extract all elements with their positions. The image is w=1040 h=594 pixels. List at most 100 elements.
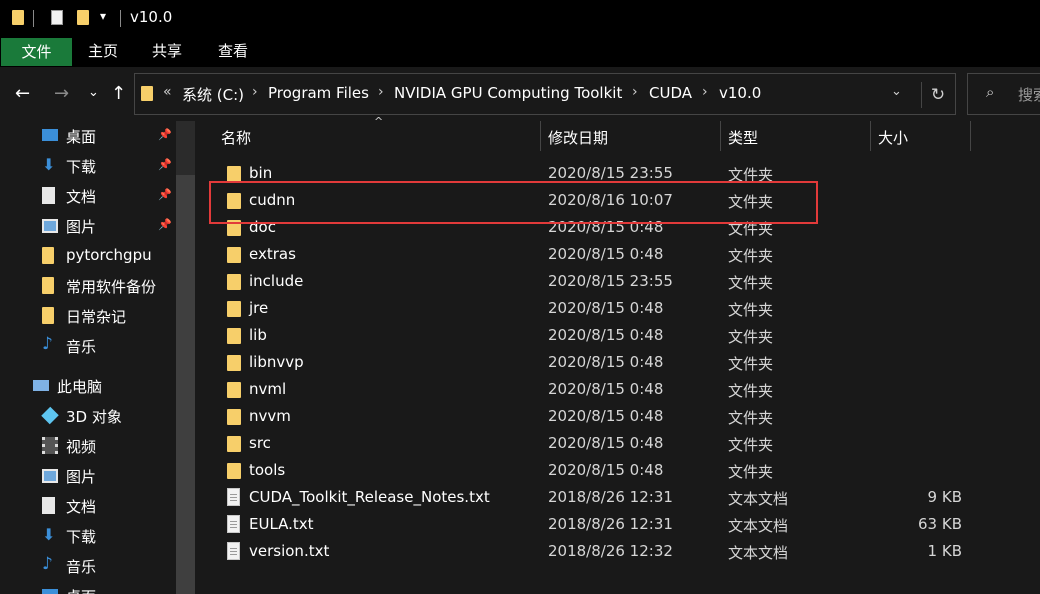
recent-locations-chevron-icon[interactable]: ⌄ xyxy=(88,85,99,100)
address-history-chevron-icon[interactable]: ⌄ xyxy=(891,84,902,99)
sidebar-item-pc-pictures[interactable]: 图片 xyxy=(0,461,175,491)
sidebar-item-pytorchgpu[interactable]: pytorchgpu xyxy=(0,241,175,271)
sidebar-item-daily-notes[interactable]: 日常杂记 xyxy=(0,301,175,331)
window-title: v10.0 xyxy=(130,8,173,26)
tab-share[interactable]: 共享 xyxy=(144,37,190,65)
folder-icon xyxy=(227,274,241,290)
search-icon: ⌕ xyxy=(986,83,995,101)
column-divider[interactable] xyxy=(870,121,871,151)
column-date-modified[interactable]: 修改日期 xyxy=(548,127,608,148)
file-name: include xyxy=(249,272,304,290)
sidebar-item-music[interactable]: ♪ 音乐 xyxy=(0,331,175,361)
breadcrumb-drive[interactable]: 系统 (C:) xyxy=(182,84,244,105)
breadcrumb-nvidia-toolkit[interactable]: NVIDIA GPU Computing Toolkit xyxy=(394,84,622,102)
address-bar[interactable]: « 系统 (C:) › Program Files › NVIDIA GPU C… xyxy=(134,73,956,115)
sidebar-item-software-backup[interactable]: 常用软件备份 xyxy=(0,271,175,301)
file-row[interactable]: include 2020/8/15 23:55 文件夹 xyxy=(197,268,1040,295)
file-size: 1 KB xyxy=(927,542,962,560)
back-arrow-icon[interactable]: ← xyxy=(15,83,30,104)
file-type: 文件夹 xyxy=(728,463,774,481)
picture-icon xyxy=(42,469,58,483)
file-type: 文本文档 xyxy=(728,490,789,508)
file-type: 文本文档 xyxy=(728,517,789,535)
breadcrumb-program-files[interactable]: Program Files xyxy=(268,84,369,102)
column-name[interactable]: 名称 xyxy=(221,127,251,148)
document-icon xyxy=(42,187,55,204)
scrollbar-thumb[interactable] xyxy=(176,175,195,594)
file-date-modified: 2020/8/15 0:48 xyxy=(548,245,664,263)
document-icon xyxy=(42,497,55,514)
file-name: tools xyxy=(249,461,286,479)
breadcrumb-v10[interactable]: v10.0 xyxy=(719,84,761,102)
file-row[interactable]: nvml 2020/8/15 0:48 文件夹 xyxy=(197,376,1040,403)
file-date-modified: 2018/8/26 12:31 xyxy=(548,515,673,533)
refresh-icon[interactable]: ↻ xyxy=(921,82,954,108)
sidebar-item-this-pc[interactable]: 此电脑 xyxy=(0,371,175,401)
file-row[interactable]: libnvvp 2020/8/15 0:48 文件夹 xyxy=(197,349,1040,376)
pin-icon[interactable]: 📌 xyxy=(158,158,172,171)
file-name: EULA.txt xyxy=(249,515,314,533)
sidebar-item-downloads[interactable]: ⬇ 下载 📌 xyxy=(0,151,175,181)
column-divider[interactable] xyxy=(970,121,971,151)
file-row[interactable]: CUDA_Toolkit_Release_Notes.txt 2018/8/26 … xyxy=(197,484,1040,511)
file-name: nvvm xyxy=(249,407,291,425)
sidebar-item-pc-documents[interactable]: 文档 xyxy=(0,491,175,521)
tab-file[interactable]: 文件 xyxy=(1,38,72,66)
file-date-modified: 2020/8/15 0:48 xyxy=(548,380,664,398)
properties-icon[interactable] xyxy=(51,10,63,25)
file-name: jre xyxy=(249,299,269,317)
file-date-modified: 2020/8/15 0:48 xyxy=(548,434,664,452)
tab-home[interactable]: 主页 xyxy=(80,37,126,65)
column-size[interactable]: 大小 xyxy=(878,127,908,148)
file-row[interactable]: src 2020/8/15 0:48 文件夹 xyxy=(197,430,1040,457)
sidebar-item-pc-downloads[interactable]: ⬇ 下载 xyxy=(0,521,175,551)
file-row[interactable]: nvvm 2020/8/15 0:48 文件夹 xyxy=(197,403,1040,430)
forward-arrow-icon[interactable]: → xyxy=(54,83,69,104)
pin-icon[interactable]: 📌 xyxy=(158,128,172,141)
sidebar-item-pictures[interactable]: 图片 📌 xyxy=(0,211,175,241)
sidebar-item-videos[interactable]: 视频 xyxy=(0,431,175,461)
sidebar-item-label: 文档 xyxy=(66,188,97,206)
pin-icon[interactable]: 📌 xyxy=(158,218,172,231)
file-type: 文件夹 xyxy=(728,382,774,400)
file-row[interactable]: jre 2020/8/15 0:48 文件夹 xyxy=(197,295,1040,322)
up-arrow-icon[interactable]: ↑ xyxy=(111,83,126,104)
file-row[interactable]: EULA.txt 2018/8/26 12:31 文本文档 63 KB xyxy=(197,511,1040,538)
breadcrumb-cuda[interactable]: CUDA xyxy=(649,84,692,102)
music-icon: ♪ xyxy=(42,554,53,574)
sidebar-item-3d-objects[interactable]: 3D 对象 xyxy=(0,401,175,431)
sidebar-item-documents[interactable]: 文档 📌 xyxy=(0,181,175,211)
file-row[interactable]: extras 2020/8/15 0:48 文件夹 xyxy=(197,241,1040,268)
file-row[interactable]: version.txt 2018/8/26 12:32 文本文档 1 KB xyxy=(197,538,1040,565)
tab-view[interactable]: 查看 xyxy=(210,37,256,65)
column-divider[interactable] xyxy=(720,121,721,151)
text-file-icon xyxy=(227,542,240,560)
new-folder-icon[interactable] xyxy=(77,10,89,25)
overflow-chevron-icon[interactable]: « xyxy=(163,84,172,100)
video-icon xyxy=(42,437,58,454)
highlight-annotation xyxy=(209,181,818,224)
file-type: 文件夹 xyxy=(728,436,774,454)
column-type[interactable]: 类型 xyxy=(728,127,758,148)
sidebar-item-pc-desktop[interactable]: 桌面 xyxy=(0,581,175,594)
quick-access-dropdown-icon[interactable]: ▾ xyxy=(100,9,106,23)
column-divider[interactable] xyxy=(540,121,541,151)
cube-icon xyxy=(41,406,59,425)
file-type: 文件夹 xyxy=(728,409,774,427)
file-date-modified: 2020/8/15 0:48 xyxy=(548,407,664,425)
scrollbar-track[interactable] xyxy=(176,121,195,175)
pin-icon[interactable]: 📌 xyxy=(158,188,172,201)
file-row[interactable]: lib 2020/8/15 0:48 文件夹 xyxy=(197,322,1040,349)
download-icon: ⬇ xyxy=(42,525,56,544)
search-input[interactable]: ⌕ 搜索 xyxy=(967,73,1040,115)
sidebar-item-desktop[interactable]: 桌面 📌 xyxy=(0,121,175,151)
file-name: src xyxy=(249,434,271,452)
sidebar-item-pc-music[interactable]: ♪ 音乐 xyxy=(0,551,175,581)
file-type: 文件夹 xyxy=(728,355,774,373)
file-date-modified: 2018/8/26 12:32 xyxy=(548,542,673,560)
file-row[interactable]: tools 2020/8/15 0:48 文件夹 xyxy=(197,457,1040,484)
sidebar-item-label: 文档 xyxy=(66,498,97,516)
file-name: nvml xyxy=(249,380,287,398)
file-type: 文件夹 xyxy=(728,328,774,346)
folder-icon xyxy=(227,166,241,182)
